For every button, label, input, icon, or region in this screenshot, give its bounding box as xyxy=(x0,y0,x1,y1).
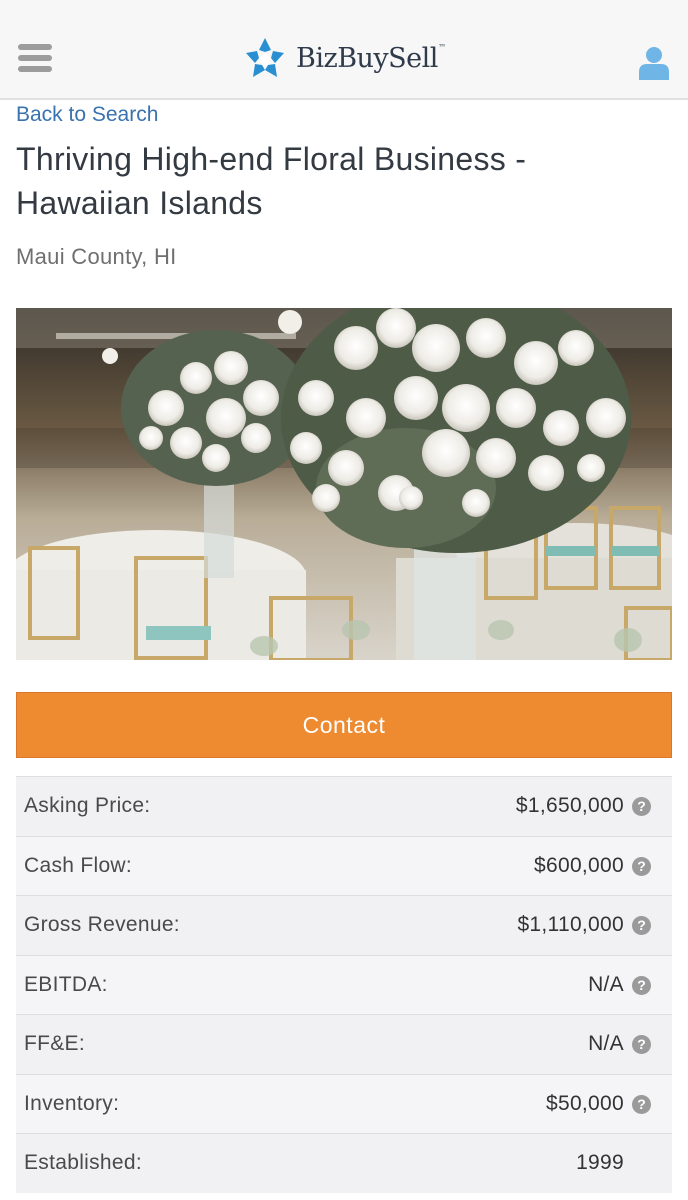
help-icon[interactable]: ? xyxy=(632,916,651,935)
financial-label: EBITDA: xyxy=(24,972,108,996)
brand-logo[interactable]: BizBuySell™ xyxy=(244,36,446,80)
financial-row-asking-price: Asking Price: $1,650,000 ? xyxy=(16,776,672,836)
financial-label: Cash Flow: xyxy=(24,853,133,877)
financial-value: N/A xyxy=(588,1032,624,1056)
financial-label: Established: xyxy=(24,1151,143,1175)
financial-row-ffe: FF&E: N/A ? xyxy=(16,1014,672,1074)
brand-name: BizBuySell™ xyxy=(296,42,446,74)
help-icon[interactable]: ? xyxy=(632,975,651,995)
financial-row-established: Established: 1999 xyxy=(16,1133,672,1193)
financial-label: Asking Price: xyxy=(24,794,151,818)
floral-centerpiece-photo xyxy=(16,308,672,660)
help-icon[interactable]: ? xyxy=(632,1094,651,1114)
financial-row-ebitda: EBITDA: N/A ? xyxy=(16,954,672,1014)
bizbuysell-logo-icon xyxy=(246,38,284,77)
financial-row-gross-revenue: Gross Revenue: $1,110,000 ? xyxy=(16,895,672,955)
help-icon[interactable]: ? xyxy=(632,1035,651,1054)
financial-value: $1,110,000 xyxy=(517,913,624,937)
back-to-search-link[interactable]: Back to Search xyxy=(16,103,158,127)
financial-value: $600,000 xyxy=(534,853,624,877)
financial-label: FF&E: xyxy=(24,1032,86,1056)
site-header: BizBuySell™ xyxy=(0,0,688,100)
listing-title: Thriving High-end Floral Business - Hawa… xyxy=(16,141,527,221)
financial-value: N/A xyxy=(588,972,624,996)
financial-row-cash-flow: Cash Flow: $600,000 ? xyxy=(16,835,672,895)
financial-value: 1999 xyxy=(576,1151,624,1175)
listing-location: Maui County, HI xyxy=(16,244,177,269)
financial-label: Inventory: xyxy=(24,1091,120,1115)
financial-label: Gross Revenue: xyxy=(24,913,180,937)
user-account-icon[interactable] xyxy=(636,44,672,80)
help-icon[interactable]: ? xyxy=(632,797,651,816)
financial-value: $50,000 xyxy=(545,1091,624,1115)
financial-value: $1,650,000 xyxy=(515,794,624,818)
financial-row-inventory: Inventory: $50,000 ? xyxy=(16,1073,672,1133)
menu-icon[interactable] xyxy=(18,44,52,76)
contact-button[interactable]: Contact xyxy=(16,692,672,758)
help-icon[interactable]: ? xyxy=(632,856,651,876)
listing-photo[interactable] xyxy=(16,308,672,660)
financial-details-table: Asking Price: $1,650,000 ? Cash Flow: $6… xyxy=(16,776,672,1193)
